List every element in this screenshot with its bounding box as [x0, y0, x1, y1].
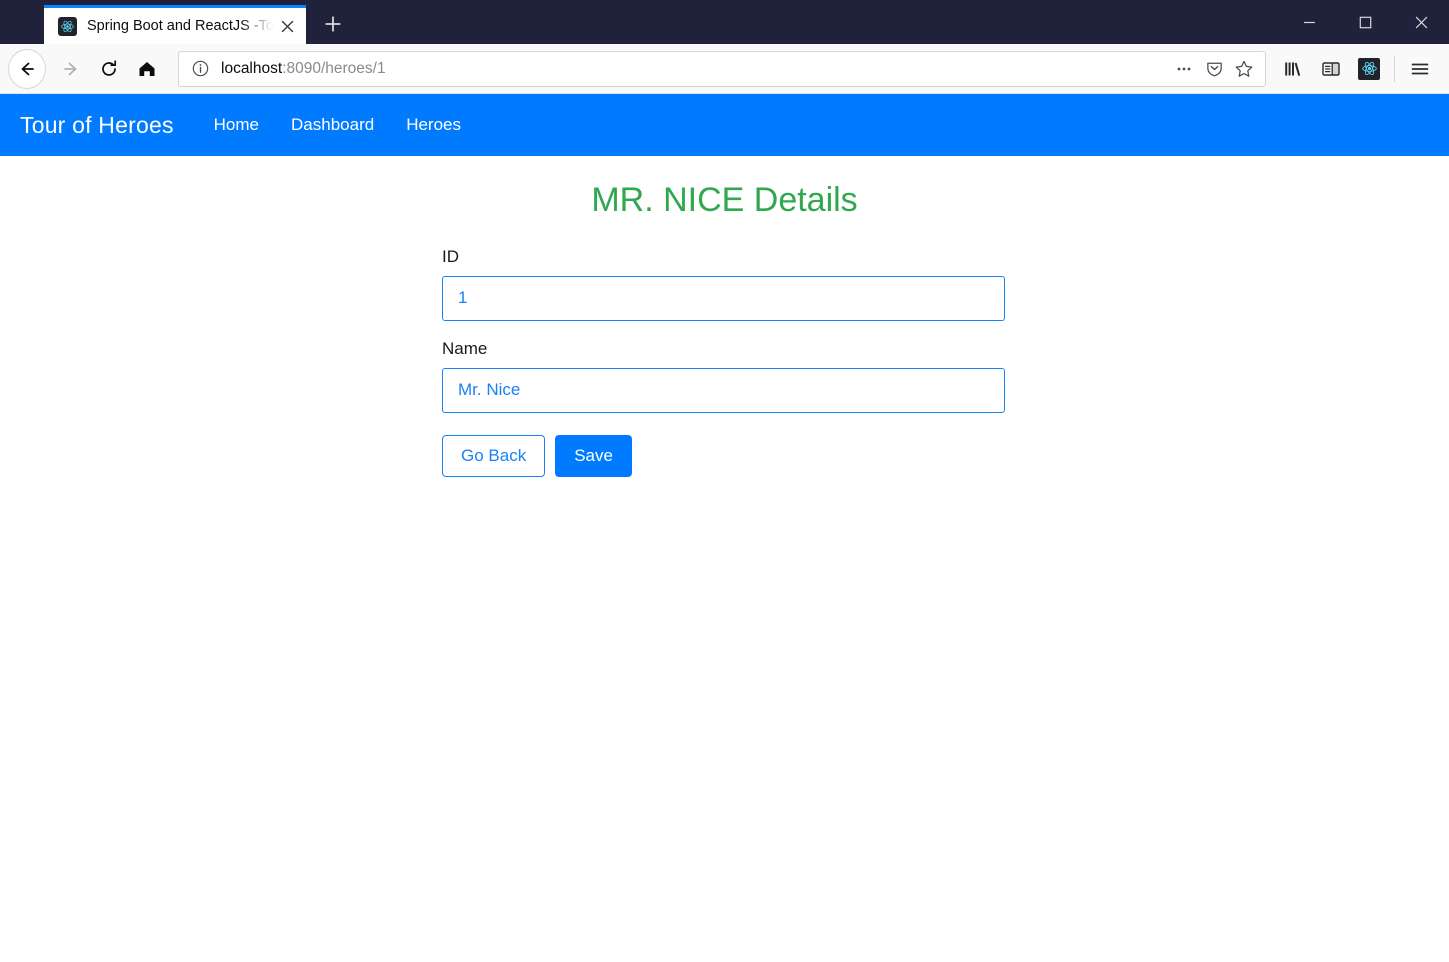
nav-link-dashboard[interactable]: Dashboard [283, 115, 382, 135]
reload-button[interactable] [90, 50, 128, 88]
save-button[interactable]: Save [555, 434, 632, 477]
sidebar-icon[interactable] [1312, 50, 1350, 88]
page-content: MR. NICE Details ID Name Go Back Save [0, 156, 1449, 477]
ellipsis-icon[interactable] [1169, 54, 1199, 84]
url-text[interactable]: localhost:8090/heroes/1 [221, 60, 1169, 78]
url-path: :8090/heroes/1 [282, 59, 386, 77]
react-devtools-icon[interactable] [1350, 50, 1388, 88]
browser-toolbar: localhost:8090/heroes/1 [0, 44, 1449, 94]
id-label: ID [442, 246, 459, 266]
tab-strip: Spring Boot and ReactJS -Tour of Heroes [0, 0, 352, 44]
window-controls [1281, 0, 1449, 44]
window-maximize-button[interactable] [1337, 0, 1393, 44]
hamburger-menu-icon[interactable] [1401, 50, 1439, 88]
nav-link-heroes[interactable]: Heroes [398, 115, 469, 135]
back-button[interactable] [8, 48, 46, 89]
hero-detail-form: ID Name Go Back Save [442, 247, 1005, 477]
id-input[interactable] [442, 275, 1005, 321]
toolbar-right-group [1274, 50, 1439, 88]
name-label: Name [442, 338, 488, 358]
form-actions: Go Back Save [442, 434, 1005, 477]
library-icon[interactable] [1274, 50, 1312, 88]
window-minimize-button[interactable] [1281, 0, 1337, 44]
tab-title: Spring Boot and ReactJS -Tour of Heroes [87, 18, 274, 34]
name-input[interactable] [442, 367, 1005, 413]
tab-close-icon[interactable] [274, 13, 300, 39]
bookmark-star-icon[interactable] [1229, 54, 1259, 84]
window-close-button[interactable] [1393, 0, 1449, 44]
browser-window: Spring Boot and ReactJS -Tour of Heroes [0, 0, 1449, 962]
page-viewport: Tour of Heroes Home Dashboard Heroes MR.… [0, 94, 1449, 962]
toolbar-separator [1394, 55, 1395, 82]
forward-button[interactable] [52, 50, 90, 88]
react-favicon [58, 16, 77, 36]
field-group-id: ID [442, 247, 1005, 321]
browser-tab[interactable]: Spring Boot and ReactJS -Tour of Heroes [44, 5, 306, 44]
go-back-button[interactable]: Go Back [442, 434, 546, 477]
address-bar[interactable]: localhost:8090/heroes/1 [178, 50, 1266, 87]
app-nav-links: Home Dashboard Heroes [206, 115, 469, 135]
home-button[interactable] [128, 50, 166, 88]
url-host: localhost [221, 59, 283, 77]
info-circle-icon[interactable] [189, 58, 211, 80]
page-title: MR. NICE Details [591, 181, 858, 219]
app-brand[interactable]: Tour of Heroes [20, 112, 174, 139]
title-bar: Spring Boot and ReactJS -Tour of Heroes [0, 0, 1449, 44]
app-navbar: Tour of Heroes Home Dashboard Heroes [0, 94, 1449, 156]
nav-link-home[interactable]: Home [206, 115, 267, 135]
field-group-name: Name [442, 339, 1005, 413]
new-tab-button[interactable] [314, 5, 352, 43]
pocket-shield-icon[interactable] [1199, 54, 1229, 84]
react-devtools-badge [1358, 57, 1380, 80]
